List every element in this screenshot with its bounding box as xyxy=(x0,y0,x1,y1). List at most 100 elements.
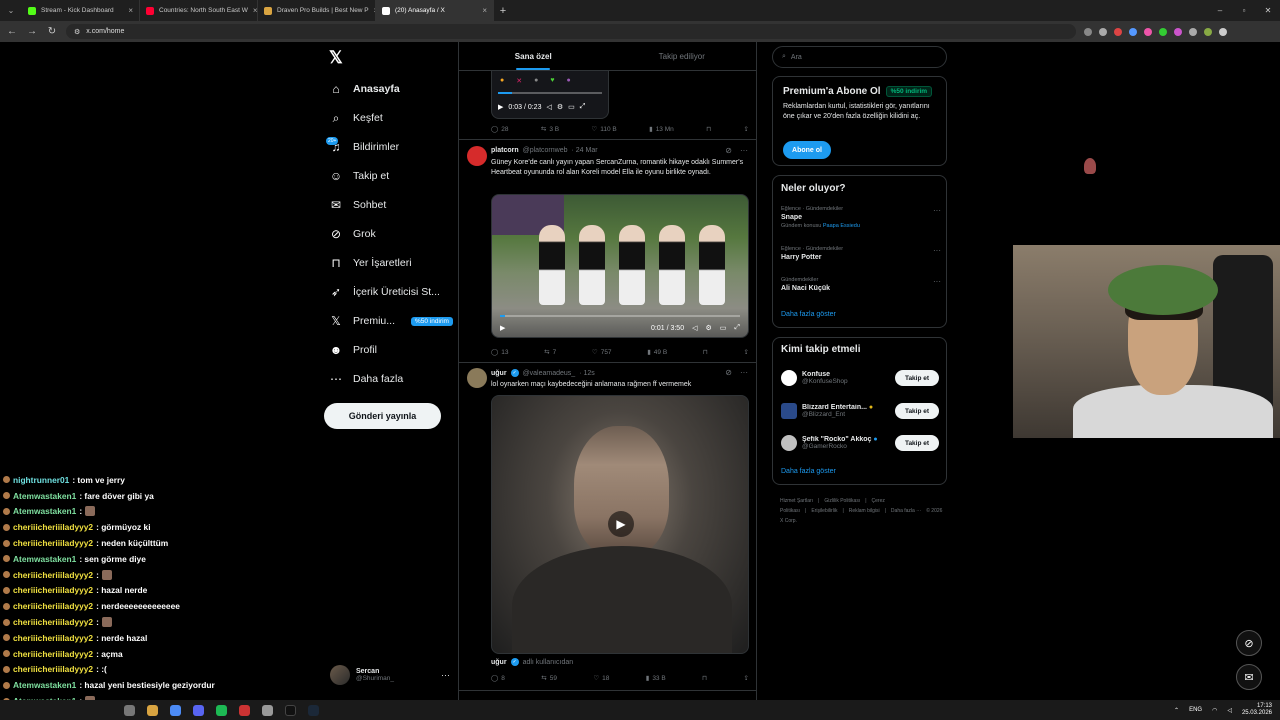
extension-icon[interactable] xyxy=(1114,27,1122,36)
fullscreen-icon[interactable]: ⤢ xyxy=(734,324,740,332)
profile-avatar[interactable] xyxy=(1204,27,1212,36)
trend-item[interactable]: Eğlence · Gündemdekiler Snape Gündem kon… xyxy=(781,206,941,229)
follow-suggestion[interactable]: Blizzard Entertain... ● @Blizzard_Ent Tak… xyxy=(781,400,939,422)
show-more-link[interactable]: Daha fazla göster xyxy=(781,311,836,318)
url-input[interactable]: ⚙ x.com/home xyxy=(66,24,1076,39)
trend-item[interactable]: Gündemdekiler Ali Naci Küçük ··· xyxy=(781,277,941,292)
like-button[interactable]: ♡ 757 xyxy=(592,348,612,357)
play-overlay-button[interactable]: ▶ xyxy=(608,511,634,537)
nav-item-mail[interactable]: ✉ Sohbet xyxy=(329,195,386,215)
forward-icon[interactable]: → xyxy=(26,26,38,37)
close-tab-icon[interactable]: × xyxy=(253,6,257,15)
repost-button[interactable]: ⇆ 59 xyxy=(541,674,557,683)
wifi-icon[interactable]: ◠ xyxy=(1212,707,1217,714)
follow-suggestion[interactable]: Konfuse @KonfuseShop Takip et xyxy=(781,367,939,389)
footer-link[interactable]: Erişilebilirlik xyxy=(811,508,837,514)
post-video[interactable]: ▶ xyxy=(491,395,749,654)
chat-username[interactable]: cheriiicheriiiladyyy2 xyxy=(13,664,93,674)
x-logo-icon[interactable]: 𝕏 xyxy=(329,49,345,66)
share-button[interactable]: ⇪ xyxy=(744,348,749,356)
app-icon[interactable] xyxy=(124,704,135,716)
volume-icon[interactable]: ◁ xyxy=(546,103,551,111)
nav-item-bookmark[interactable]: ⊓ Yer İşaretleri xyxy=(329,253,411,273)
chat-username[interactable]: cheriiicheriiiladyyy2 xyxy=(13,633,93,643)
extension-icon[interactable] xyxy=(1174,27,1182,36)
chat-username[interactable]: cheriiicheriiiladyyy2 xyxy=(13,522,93,532)
cast-icon[interactable] xyxy=(1084,27,1092,36)
site-info-icon[interactable]: ⚙ xyxy=(74,28,80,36)
browser-tab[interactable]: Stream - Kick Dashboard × xyxy=(22,0,140,21)
video-progress-bar[interactable] xyxy=(500,315,740,317)
browser-tab[interactable]: Draven Pro Builds | Best New P× xyxy=(258,0,376,21)
bookmark-button[interactable]: ⊓ xyxy=(706,125,711,133)
more-dots-icon[interactable]: ··· xyxy=(933,206,941,215)
footer-link[interactable]: Hizmet Şartları xyxy=(780,498,813,504)
new-tab-button[interactable]: + xyxy=(494,5,512,17)
views-button[interactable]: ▮ 49 B xyxy=(647,348,667,357)
more-dots-icon[interactable]: ··· xyxy=(740,146,748,155)
chat-username[interactable]: cheriiicheriiiladyyy2 xyxy=(13,617,93,627)
subscribe-button[interactable]: Abone ol xyxy=(783,141,831,159)
pip-icon[interactable]: ▭ xyxy=(568,103,575,111)
source-name[interactable]: uğur xyxy=(491,659,507,666)
chat-username[interactable]: Atemwastaken1 xyxy=(13,680,76,690)
chrome-icon[interactable] xyxy=(170,704,181,716)
messages-float-button[interactable]: ✉ xyxy=(1236,664,1262,690)
more-dots-icon[interactable]: ··· xyxy=(933,246,941,255)
browser-tab[interactable]: Countries: North South East W × xyxy=(140,0,258,21)
puzzle-icon[interactable] xyxy=(1189,27,1197,36)
repost-button[interactable]: ⇆ 7 xyxy=(544,348,556,357)
nav-item-rocket[interactable]: ➶ İçerik Üreticisi St... xyxy=(329,282,440,302)
tab-for-you[interactable]: Sana özel xyxy=(459,42,608,70)
chat-username[interactable]: nightrunner01 xyxy=(13,475,69,485)
trend-item[interactable]: Eğlence · Gündemdekiler Harry Potter ··· xyxy=(781,246,941,261)
post-author-handle[interactable]: @valeamadeus_ xyxy=(523,370,576,377)
nav-item-x-logo[interactable]: 𝕏 Premiu... %50 indirim xyxy=(329,311,453,331)
views-button[interactable]: ▮ 33 B xyxy=(646,674,666,683)
chat-username[interactable]: cheriiicheriiiladyyy2 xyxy=(13,538,93,548)
nav-item-add-user[interactable]: ☺ Takip et xyxy=(329,166,389,186)
close-tab-icon[interactable]: × xyxy=(482,6,487,15)
fullscreen-icon[interactable]: ⤢ xyxy=(580,103,586,111)
repost-button[interactable]: ⇆ 3 B xyxy=(541,125,559,134)
star-icon[interactable] xyxy=(1099,27,1107,36)
bookmark-button[interactable]: ⊓ xyxy=(703,348,708,356)
chat-username[interactable]: cheriiicheriiiladyyy2 xyxy=(13,601,93,611)
follow-button[interactable]: Takip et xyxy=(895,370,939,386)
discord-icon[interactable] xyxy=(193,704,204,716)
steam-icon[interactable] xyxy=(308,704,319,716)
grok-icon[interactable]: ⊘ xyxy=(725,146,732,155)
post-author-handle[interactable]: @platcornweb xyxy=(523,147,568,154)
avatar[interactable] xyxy=(467,368,487,388)
footer-link[interactable]: Gizlilik Politikası xyxy=(824,498,860,504)
footer-link[interactable]: Daha fazla ··· xyxy=(891,508,921,514)
volume-icon[interactable]: ◁ xyxy=(692,324,697,332)
nav-item-search[interactable]: ⌕ Keşfet xyxy=(329,108,383,128)
follow-button[interactable]: Takip et xyxy=(895,435,939,451)
close-window-icon[interactable]: ✕ xyxy=(1256,0,1280,21)
chevron-up-icon[interactable]: ⌃ xyxy=(1174,707,1179,714)
more-dots-icon[interactable]: ··· xyxy=(441,670,450,680)
tiktok-icon[interactable] xyxy=(285,704,296,716)
nav-item-grok[interactable]: ⊘ Grok xyxy=(329,224,376,244)
bookmark-button[interactable]: ⊓ xyxy=(702,674,707,682)
reply-button[interactable]: ◯ 13 xyxy=(491,348,509,357)
post-author-name[interactable]: platcorn xyxy=(491,147,519,154)
reply-button[interactable]: ◯ 8 xyxy=(491,674,505,683)
avatar[interactable] xyxy=(467,146,487,166)
app-icon[interactable] xyxy=(239,704,250,716)
settings-icon[interactable]: ⚙ xyxy=(557,103,563,111)
app-icon[interactable] xyxy=(262,704,273,716)
nav-item-bell[interactable]: ♫ Bildirimler xyxy=(329,137,400,157)
grok-float-button[interactable]: ⊘ xyxy=(1236,630,1262,656)
settings-icon[interactable]: ⚙ xyxy=(705,324,711,332)
tab-search-button[interactable]: ⌄ xyxy=(0,0,22,21)
chat-username[interactable]: Atemwastaken1 xyxy=(13,554,76,564)
more-dots-icon[interactable]: ··· xyxy=(740,368,748,377)
menu-dots-icon[interactable] xyxy=(1219,27,1227,36)
nav-item-profile[interactable]: ☻ Profil xyxy=(329,340,377,360)
tab-following[interactable]: Takip ediliyor xyxy=(608,42,757,70)
search-input[interactable]: ⌕ Ara xyxy=(772,46,947,68)
share-button[interactable]: ⇪ xyxy=(743,674,748,682)
chat-username[interactable]: cheriiicheriiiladyyy2 xyxy=(13,570,93,580)
